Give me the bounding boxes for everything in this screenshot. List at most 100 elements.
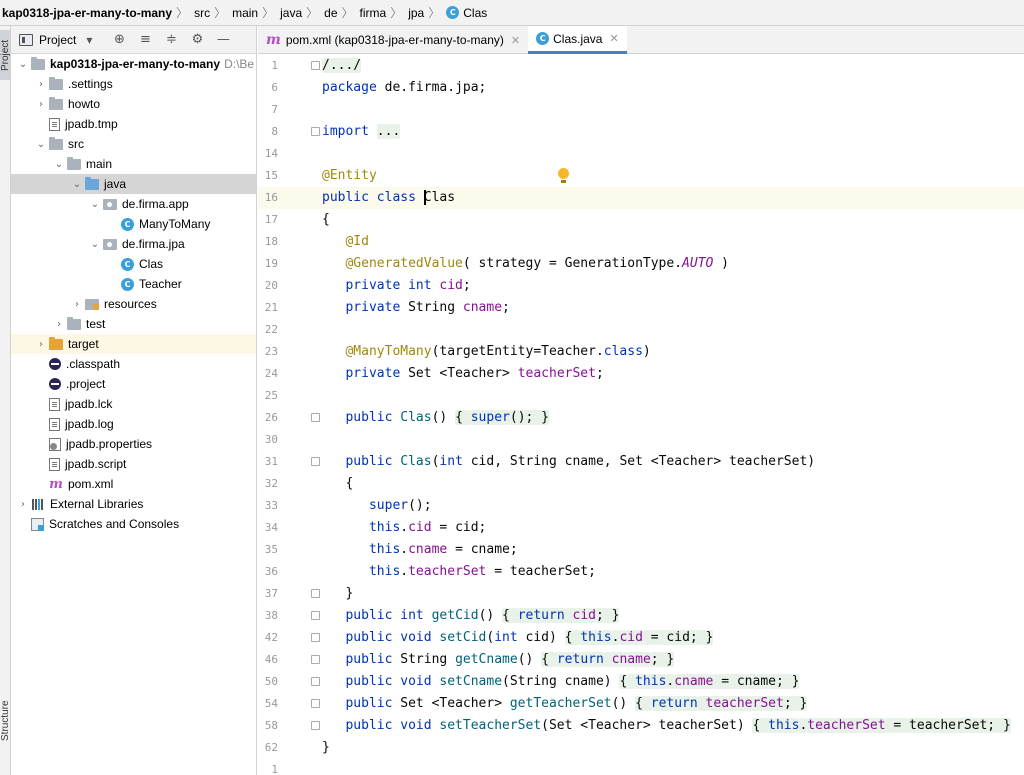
fold-expand-icon[interactable] [311, 633, 320, 642]
tree-item[interactable]: › target [11, 334, 256, 354]
code-line[interactable]: public Set <Teacher> getTeacherSet() { r… [322, 693, 1024, 715]
close-icon[interactable]: ✕ [511, 34, 520, 47]
code-line[interactable]: public void setCid(int cid) { this.cid =… [322, 627, 1024, 649]
fold-expand-icon[interactable] [311, 413, 320, 422]
code-line[interactable]: } [322, 737, 1024, 759]
fold-expand-icon[interactable] [311, 699, 320, 708]
chevron-down-icon[interactable]: ▾ [86, 33, 92, 47]
hide-icon[interactable]: — [210, 32, 236, 47]
fold-expand-icon[interactable] [311, 721, 320, 730]
fold-expand-icon[interactable] [311, 127, 320, 136]
chevron-down-icon[interactable]: ⌄ [33, 139, 49, 150]
breadcrumb-item[interactable]: kap0318-jpa-er-many-to-many [2, 6, 172, 20]
code-line[interactable]: { [322, 473, 1024, 495]
tree-item[interactable]: › External Libraries [11, 494, 256, 514]
code-line[interactable]: private int cid; [322, 275, 1024, 297]
fold-expand-icon[interactable] [311, 677, 320, 686]
code-line[interactable]: public void setCname(String cname) { thi… [322, 671, 1024, 693]
tree-item[interactable]: ·mpom.xml [11, 474, 256, 494]
chevron-down-icon[interactable]: ⌄ [69, 179, 85, 190]
code-line[interactable]: @ManyToMany(targetEntity=Teacher.class) [322, 341, 1024, 363]
chevron-right-icon[interactable]: › [15, 499, 31, 510]
gear-icon[interactable]: ⚙ [184, 32, 210, 47]
tree-item[interactable]: ·Scratches and Consoles [11, 514, 256, 534]
chevron-down-icon[interactable]: ⌄ [87, 199, 103, 210]
breadcrumb-item[interactable]: firma [360, 6, 387, 20]
code-line[interactable]: public String getCname() { return cname;… [322, 649, 1024, 671]
tree-item[interactable]: ·jpadb.log [11, 414, 256, 434]
code-line[interactable]: this.cid = cid; [322, 517, 1024, 539]
expand-all-icon[interactable]: ≡ [132, 32, 158, 47]
chevron-down-icon[interactable]: ⌄ [15, 59, 31, 70]
close-icon[interactable]: ✕ [609, 32, 618, 45]
chevron-right-icon[interactable]: › [51, 319, 67, 330]
tree-item[interactable]: › howto [11, 94, 256, 114]
tree-item[interactable]: › .settings [11, 74, 256, 94]
code-line[interactable] [322, 759, 1024, 775]
chevron-down-icon[interactable]: ⌄ [87, 239, 103, 250]
tree-item[interactable]: ·.classpath [11, 354, 256, 374]
tree-item[interactable]: › test [11, 314, 256, 334]
chevron-right-icon[interactable]: › [69, 299, 85, 310]
tree-item[interactable]: ⌄ main [11, 154, 256, 174]
code-line[interactable]: this.teacherSet = teacherSet; [322, 561, 1024, 583]
code-line[interactable]: @GeneratedValue( strategy = GenerationTy… [322, 253, 1024, 275]
code-line[interactable]: public Clas(int cid, String cname, Set <… [322, 451, 1024, 473]
tree-item[interactable]: › resources [11, 294, 256, 314]
fold-expand-icon[interactable] [311, 655, 320, 664]
code-line[interactable]: public int getCid() { return cid; } [322, 605, 1024, 627]
fold-collapse-icon[interactable] [311, 457, 320, 466]
code-line[interactable]: } [322, 583, 1024, 605]
project-view-selector[interactable]: Project ▾ [19, 33, 92, 47]
tree-item[interactable]: ·jpadb.properties [11, 434, 256, 454]
code-line[interactable]: @Id [322, 231, 1024, 253]
breadcrumb-item[interactable]: de [324, 6, 337, 20]
code-line[interactable]: private Set <Teacher> teacherSet; [322, 363, 1024, 385]
code-line[interactable]: package de.firma.jpa; [322, 77, 1024, 99]
tree-item[interactable]: ·.project [11, 374, 256, 394]
chevron-right-icon[interactable]: › [33, 339, 49, 350]
chevron-down-icon[interactable]: ⌄ [51, 159, 67, 170]
editor-tab[interactable]: C Clas.java ✕ [528, 26, 627, 54]
tree-item[interactable]: ⌄ kap0318-jpa-er-many-to-many D:\Be [11, 54, 256, 74]
project-tool-tab[interactable]: Project [0, 30, 11, 80]
breadcrumb-item[interactable]: C Clas [446, 6, 487, 20]
breadcrumb-item[interactable]: java [280, 6, 302, 20]
breadcrumb-item[interactable]: src [194, 6, 210, 20]
tree-item[interactable]: ·jpadb.tmp [11, 114, 256, 134]
code-line[interactable]: { [322, 209, 1024, 231]
code-line[interactable]: public void setTeacherSet(Set <Teacher> … [322, 715, 1024, 737]
breadcrumb-item[interactable]: main [232, 6, 258, 20]
fold-collapse-icon[interactable] [311, 589, 320, 598]
code-line[interactable]: public class Clas [322, 187, 1024, 209]
code-line[interactable]: public Clas() { super(); } [322, 407, 1024, 429]
fold-expand-icon[interactable] [311, 611, 320, 620]
code-line[interactable]: /.../ [322, 55, 1024, 77]
code-editor[interactable]: 1 6 7 8 14 15 16 17 18 19 20 21 22 23 24 25 26 30 31 32 33 34… [258, 55, 1024, 775]
code-line[interactable] [322, 319, 1024, 341]
code-line[interactable] [322, 99, 1024, 121]
editor-tab[interactable]: m pom.xml (kap0318-jpa-er-many-to-many) ✕ [258, 26, 528, 54]
code-line[interactable]: this.cname = cname; [322, 539, 1024, 561]
breadcrumb-item[interactable]: jpa [408, 6, 424, 20]
tree-item[interactable]: ⌄ de.firma.jpa [11, 234, 256, 254]
chevron-right-icon[interactable]: › [33, 99, 49, 110]
tree-item[interactable]: ·jpadb.script [11, 454, 256, 474]
code-line[interactable]: super(); [322, 495, 1024, 517]
lightbulb-icon[interactable] [557, 168, 570, 184]
code-line[interactable] [322, 385, 1024, 407]
tree-item[interactable]: ·CTeacher [11, 274, 256, 294]
code-line[interactable]: private String cname; [322, 297, 1024, 319]
code-line[interactable]: import ... [322, 121, 1024, 143]
code-line[interactable] [322, 429, 1024, 451]
code-line[interactable] [322, 143, 1024, 165]
tree-item[interactable]: ·CClas [11, 254, 256, 274]
tree-item[interactable]: ·CManyToMany [11, 214, 256, 234]
tree-item[interactable]: ⌄ de.firma.app [11, 194, 256, 214]
tree-item[interactable]: ⌄ src [11, 134, 256, 154]
tree-item[interactable]: ·jpadb.lck [11, 394, 256, 414]
structure-tool-tab[interactable]: Structure [0, 686, 11, 756]
code-line[interactable]: @Entity [322, 165, 1024, 187]
collapse-all-icon[interactable]: ≑ [158, 32, 184, 47]
tree-item[interactable]: ⌄ java [11, 174, 256, 194]
